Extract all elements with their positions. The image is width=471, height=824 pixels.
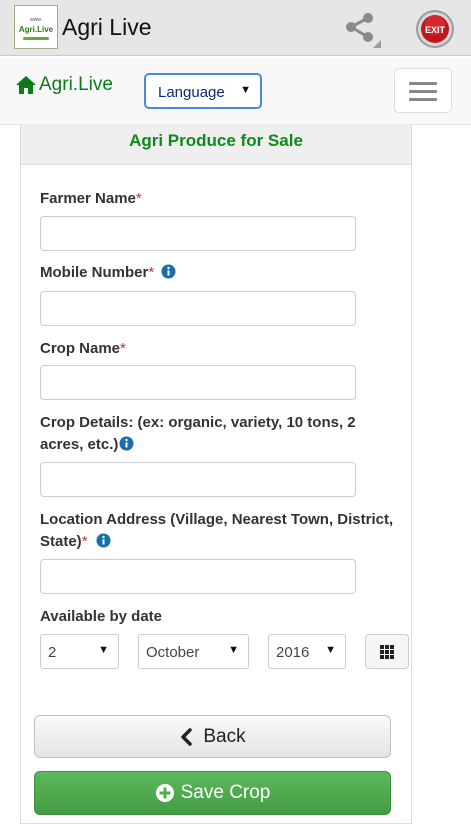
app-action-bar: www. Agri.Live Agri Live EXIT [0, 0, 471, 56]
location-address-label-line2: State) [40, 533, 82, 550]
navbar-toggle-button[interactable] [394, 68, 452, 113]
calendar-button[interactable] [365, 634, 409, 669]
home-icon [16, 76, 36, 94]
location-address-label-line1: Location Address (Village, Nearest Town,… [40, 511, 394, 528]
info-icon[interactable] [96, 533, 111, 548]
chevron-left-icon [181, 727, 193, 746]
month-select[interactable]: October ▼ [138, 634, 249, 669]
plus-circle-icon [155, 784, 174, 802]
mobile-number-label-text: Mobile Number [40, 264, 149, 281]
app-title: Agri Live [62, 14, 152, 40]
caret-down-icon: ▼ [228, 644, 239, 656]
share-icon [346, 13, 381, 48]
logo-leaf-mark [23, 37, 49, 40]
calendar-grid-icon [380, 645, 394, 659]
share-button[interactable] [341, 10, 381, 48]
caret-down-icon: ▼ [98, 644, 109, 656]
crop-details-label-line2-row: acres, etc.) [40, 434, 356, 456]
mobile-number-label: Mobile Number* [40, 262, 176, 284]
crop-details-label-line2: acres, etc.) [40, 436, 119, 453]
farmer-name-input[interactable] [40, 216, 356, 251]
day-select[interactable]: 2 ▼ [40, 634, 119, 669]
mobile-number-input[interactable] [40, 291, 356, 326]
required-marker: * [148, 264, 155, 281]
brand-link[interactable]: Agri.Live [15, 74, 113, 96]
back-button-label: Back [203, 725, 246, 747]
logo-text: Agri.Live [18, 25, 54, 34]
save-crop-button[interactable]: Save Crop [34, 771, 391, 815]
crop-name-input[interactable] [40, 365, 356, 400]
info-icon[interactable] [119, 436, 134, 451]
required-marker: * [135, 190, 142, 207]
exit-label: EXIT [425, 25, 446, 35]
caret-down-icon: ▼ [240, 84, 251, 96]
exit-icon: EXIT [416, 10, 454, 48]
panel-heading: Agri Produce for Sale [21, 124, 411, 165]
brand-text: Agri.Live [39, 74, 113, 95]
crop-details-input[interactable] [40, 462, 356, 497]
back-button[interactable]: Back [34, 715, 391, 758]
crop-name-label: Crop Name* [40, 338, 126, 360]
month-select-value: October [146, 644, 200, 661]
exit-button[interactable]: EXIT [414, 9, 456, 49]
language-select-value: Language [158, 84, 225, 101]
form-title: Agri Produce for Sale [129, 131, 303, 150]
app-logo: www. Agri.Live [14, 5, 58, 49]
required-marker: * [81, 533, 88, 550]
available-date-label: Available by date [40, 608, 162, 625]
location-address-label: Location Address (Village, Nearest Town,… [40, 509, 393, 553]
crop-details-label: Crop Details: (ex: organic, variety, 10 … [40, 412, 356, 456]
save-crop-button-label: Save Crop [180, 782, 271, 803]
language-select[interactable]: Language ▼ [144, 73, 262, 109]
farmer-name-label-text: Farmer Name [40, 190, 136, 207]
location-address-input[interactable] [40, 559, 356, 594]
crop-details-label-line1: Crop Details: (ex: organic, variety, 10 … [40, 414, 356, 431]
year-select[interactable]: 2016 ▼ [268, 634, 346, 669]
required-marker: * [120, 340, 126, 357]
farmer-name-label: Farmer Name* [40, 188, 142, 210]
location-address-label-line2-row: State)* [40, 531, 393, 553]
logo-url-prefix: www. [30, 17, 42, 23]
info-icon[interactable] [161, 264, 176, 279]
caret-down-icon: ▼ [325, 644, 336, 656]
crop-name-label-text: Crop Name [40, 340, 121, 357]
site-navbar: Agri.Live Language ▼ [0, 57, 471, 125]
year-select-value: 2016 [276, 644, 310, 661]
day-select-value: 2 [48, 644, 57, 661]
